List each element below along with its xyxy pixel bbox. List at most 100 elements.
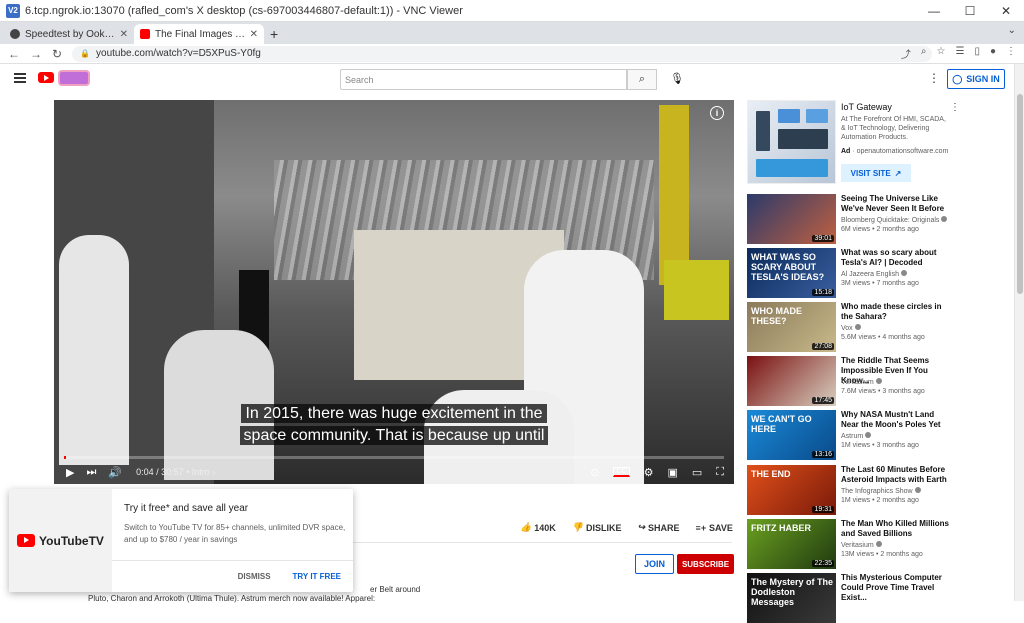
video-thumbnail[interactable]: 17:45 xyxy=(747,356,836,406)
youtube-doodle-icon[interactable] xyxy=(58,70,90,86)
miniplayer-icon[interactable]: ▣ xyxy=(667,466,677,479)
channel-name[interactable]: Veritasium xyxy=(841,378,882,386)
video-player[interactable]: i In 2015, there was huge excitement in … xyxy=(54,100,734,484)
next-icon[interactable]: ⏭ xyxy=(86,466,96,479)
play-icon[interactable]: ▶ xyxy=(66,466,74,479)
new-tab-icon[interactable]: + xyxy=(270,24,278,44)
channel-name[interactable]: Bloomberg Quicktake: Originals xyxy=(841,216,948,224)
maximize-icon[interactable]: ☐ xyxy=(952,0,988,22)
video-title[interactable]: What was so scary about Tesla's AI? | De… xyxy=(841,248,951,268)
profile-icon[interactable]: ● xyxy=(990,46,996,61)
captions-icon[interactable]: CC xyxy=(613,467,630,477)
video-thumbnail[interactable]: The Mystery of The Dodleston Messages xyxy=(747,573,836,623)
channel-name[interactable]: Vox xyxy=(841,324,861,332)
video-thumbnail[interactable]: FRITZ HABER 22:35 xyxy=(747,519,836,569)
channel-name[interactable]: Astrum xyxy=(841,432,872,440)
thumbnail-text: FRITZ HABER xyxy=(751,523,811,533)
back-icon[interactable]: ← xyxy=(8,47,20,61)
like-button[interactable]: 👍 140K xyxy=(520,522,556,533)
info-icon[interactable]: i xyxy=(710,106,724,120)
search-icon: ⌕ xyxy=(638,73,646,85)
video-title[interactable]: Who made these circles in the Sahara? xyxy=(841,302,951,322)
tab-close-icon[interactable]: ✕ xyxy=(120,29,128,40)
sidepanel-icon[interactable]: ▯ xyxy=(974,46,980,61)
dismiss-button[interactable]: DISMISS xyxy=(238,572,271,581)
share-icon[interactable]: ⤴ xyxy=(901,46,911,61)
thumbnail-text: The Mystery of The Dodleston Messages xyxy=(751,577,834,607)
video-thumbnail[interactable]: WHO MADE THESE? 27:08 xyxy=(747,302,836,352)
share-button[interactable]: ↪ SHARE xyxy=(637,522,679,533)
ad-more-icon[interactable]: ⋮ xyxy=(950,102,960,113)
minimize-icon[interactable]: — xyxy=(916,0,952,22)
video-title[interactable]: This Mysterious Computer Could Prove Tim… xyxy=(841,573,951,603)
zoom-icon[interactable]: ⌕ xyxy=(921,46,927,61)
channel-name[interactable]: The Infographics Show xyxy=(841,487,921,495)
recommendation-item[interactable]: 17:45 The Riddle That Seems Impossible Ev… xyxy=(747,356,979,406)
video-thumbnail[interactable]: 39:01 xyxy=(747,194,836,244)
settings-more-icon[interactable]: ⋮ xyxy=(928,71,940,85)
dislike-button[interactable]: 👎 DISLIKE xyxy=(572,522,622,533)
close-icon[interactable]: ✕ xyxy=(988,0,1024,22)
video-title[interactable]: Seeing The Universe Like We've Never See… xyxy=(841,194,951,214)
channel-name[interactable]: Veritasium xyxy=(841,541,882,549)
tab-search-icon[interactable]: ⌄ xyxy=(1008,25,1016,36)
reload-icon[interactable]: ↻ xyxy=(52,47,62,61)
recommendation-item[interactable]: THE END 19:31 The Last 60 Minutes Before A… xyxy=(747,465,979,515)
sign-in-button[interactable]: ◯ SIGN IN xyxy=(947,69,1005,89)
menu-hamburger-icon[interactable] xyxy=(14,73,26,83)
duration-badge: 19:31 xyxy=(812,506,834,513)
video-title[interactable]: The Man Who Killed Millions and Saved Bi… xyxy=(841,519,951,539)
tab-youtube[interactable]: The Final Images We Will ✕ xyxy=(134,24,264,44)
caption-line-2: space community. That is because up unti… xyxy=(54,425,734,446)
search-button[interactable]: ⌕ xyxy=(627,69,657,90)
reading-list-icon[interactable]: ☰ xyxy=(955,46,964,61)
like-count: 140K xyxy=(534,522,556,533)
settings-gear-icon[interactable]: ⚙ xyxy=(644,466,654,479)
try-free-button[interactable]: TRY IT FREE xyxy=(293,572,341,581)
menu-icon[interactable]: ⋮ xyxy=(1006,46,1016,61)
visit-site-button[interactable]: VISIT SITE ↗ xyxy=(841,164,911,182)
scrollbar[interactable] xyxy=(1014,64,1024,601)
video-thumbnail[interactable]: WHAT WAS SO SCARY ABOUT TESLA'S IDEAS? 15… xyxy=(747,248,836,298)
mic-icon[interactable]: 🎙 xyxy=(670,72,684,85)
volume-icon[interactable]: 🔊 xyxy=(108,466,122,479)
thumb-down-icon: 👎 xyxy=(571,522,583,532)
share-arrow-icon: ↪ xyxy=(637,522,646,532)
theater-mode-icon[interactable]: ▭ xyxy=(692,466,702,479)
recommendation-item[interactable]: WHAT WAS SO SCARY ABOUT TESLA'S IDEAS? 15… xyxy=(747,248,979,298)
search-input[interactable]: Search xyxy=(340,69,627,90)
recommendation-item[interactable]: FRITZ HABER 22:35 The Man Who Killed Milli… xyxy=(747,519,979,569)
address-bar: ← → ↻ 🔒 youtube.com/watch?v=D5XPuS-Y0fg … xyxy=(0,44,1024,64)
tab-speedtest[interactable]: Speedtest by Ookla - The ✕ xyxy=(4,24,134,44)
channel-name[interactable]: Al Jazeera English xyxy=(841,270,907,278)
description-text: Pluto, Charon and Arrokoth (Ultima Thule… xyxy=(88,594,376,603)
recommendation-item[interactable]: 39:01 Seeing The Universe Like We've Neve… xyxy=(747,194,979,244)
thumbnail-text: WHAT WAS SO SCARY ABOUT TESLA'S IDEAS? xyxy=(751,252,825,282)
url-field[interactable]: 🔒 youtube.com/watch?v=D5XPuS-Y0fg xyxy=(72,45,933,62)
video-title[interactable]: Why NASA Mustn't Land Near the Moon's Po… xyxy=(841,410,951,430)
video-thumbnail[interactable]: THE END 19:31 xyxy=(747,465,836,515)
join-button[interactable]: JOIN xyxy=(635,554,674,574)
recommendation-item[interactable]: The Mystery of The Dodleston Messages Thi… xyxy=(747,573,979,623)
fullscreen-icon[interactable]: ⛶ xyxy=(716,466,724,479)
ad-card[interactable]: IoT Gateway At The Forefront Of HMI, SCA… xyxy=(747,100,977,190)
recommendation-item[interactable]: WE CAN'T GO HERE 13:16 Why NASA Mustn't La… xyxy=(747,410,979,460)
save-button[interactable]: ≡+ SAVE xyxy=(696,522,733,533)
video-thumbnail[interactable]: WE CAN'T GO HERE 13:16 xyxy=(747,410,836,460)
forward-icon[interactable]: → xyxy=(30,47,42,61)
youtube-tv-logo: YouTubeTV xyxy=(9,489,112,592)
progress-bar[interactable] xyxy=(64,456,724,459)
recommendation-item[interactable]: WHO MADE THESE? 27:08 Who made these circl… xyxy=(747,302,979,352)
promo-text: Switch to YouTube TV for 85+ channels, u… xyxy=(124,523,346,544)
autoplay-toggle-icon[interactable]: ⊙ xyxy=(590,466,599,479)
video-title[interactable]: The Last 60 Minutes Before Asteroid Impa… xyxy=(841,465,951,485)
bookmark-star-icon[interactable]: ☆ xyxy=(937,46,946,61)
youtube-logo-icon[interactable] xyxy=(38,72,54,83)
scrollbar-thumb[interactable] xyxy=(1017,94,1023,294)
duration-badge: 39:01 xyxy=(812,235,834,242)
ad-image xyxy=(747,100,836,184)
verified-icon xyxy=(875,541,882,547)
subscribe-button[interactable]: SUBSCRIBE xyxy=(677,554,734,574)
tab-close-icon[interactable]: ✕ xyxy=(250,29,258,40)
video-meta: 6M views • 2 months ago xyxy=(841,226,919,233)
